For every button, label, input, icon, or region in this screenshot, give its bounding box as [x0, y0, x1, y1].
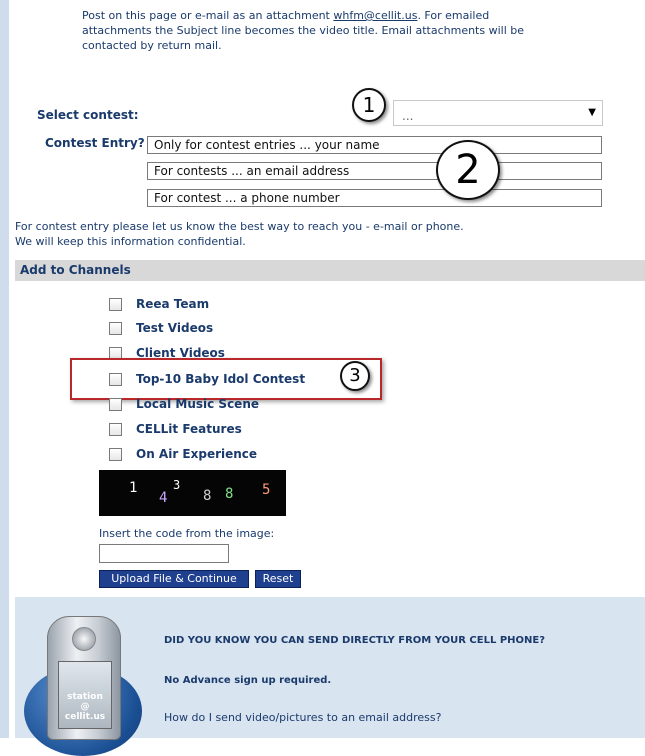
- channel-label: Top-10 Baby Idol Contest: [136, 372, 306, 386]
- channel-checkbox[interactable]: [109, 398, 122, 411]
- contact-email-field[interactable]: For contests ... an email address: [147, 162, 602, 180]
- left-border: [0, 0, 9, 738]
- captcha-char: 1: [129, 480, 138, 496]
- confidential-note: For contest entry please let us know the…: [15, 219, 575, 249]
- contest-select[interactable]: ... ▼: [393, 100, 603, 126]
- reset-button[interactable]: Reset: [255, 570, 301, 588]
- callout-3: 3: [340, 361, 370, 391]
- captcha-label: Insert the code from the image:: [99, 527, 275, 540]
- upload-continue-button[interactable]: Upload File & Continue: [99, 570, 249, 588]
- captcha-char: 8: [225, 486, 234, 502]
- channel-checkbox[interactable]: [109, 423, 122, 436]
- phone-brand-line-2: cellit.us: [64, 712, 106, 722]
- phone-brand-line-1: station @: [67, 692, 103, 712]
- captcha-input[interactable]: [99, 544, 229, 563]
- intro-text-before: Post on this page or e-mail as an attach…: [82, 9, 334, 22]
- channel-checkbox[interactable]: [109, 322, 122, 335]
- captcha-char: 3: [173, 478, 181, 492]
- note-line-1: For contest entry please let us know the…: [15, 220, 464, 233]
- phone-brand: station @ cellit.us: [62, 692, 108, 722]
- channel-checkbox[interactable]: [109, 448, 122, 461]
- channel-label: On Air Experience: [136, 447, 258, 461]
- phone-screen: station @ cellit.us: [58, 661, 112, 729]
- channel-label: Reea Team: [136, 297, 210, 311]
- chevron-down-icon: ▼: [588, 107, 596, 118]
- channel-label: CELLit Features: [136, 422, 242, 436]
- callout-1: 1: [352, 88, 386, 122]
- channel-checkbox[interactable]: [109, 298, 122, 311]
- cell-phone-image: station @ cellit.us: [47, 616, 121, 740]
- contact-phone-field[interactable]: For contest ... a phone number: [147, 189, 602, 207]
- captcha-char: 4: [159, 490, 168, 506]
- callout-2: 2: [436, 140, 500, 200]
- captcha-char: 8: [203, 488, 212, 504]
- email-link[interactable]: whfm@cellit.us: [333, 9, 417, 22]
- select-contest-label: Select contest:: [37, 108, 139, 122]
- promo-no-signup: No Advance sign up required.: [164, 675, 332, 686]
- channels-header: Add to Channels: [20, 263, 131, 277]
- captcha-image: 1 4 3 8 8 5: [99, 470, 286, 516]
- captcha-char: 5: [262, 482, 271, 498]
- contest-entry-label: Contest Entry?: [45, 136, 145, 150]
- channel-label: Local Music Scene: [136, 397, 259, 411]
- contest-select-value: ...: [402, 109, 414, 123]
- channels-header-bar: Add to Channels: [15, 260, 645, 281]
- intro-text: Post on this page or e-mail as an attach…: [82, 8, 552, 53]
- camera-lens-icon: [72, 627, 96, 651]
- promo-how-to-link[interactable]: How do I send video/pictures to an email…: [164, 711, 441, 724]
- promo-headline: DID YOU KNOW YOU CAN SEND DIRECTLY FROM …: [164, 635, 546, 646]
- contact-name-field[interactable]: Only for contest entries ... your name: [147, 136, 602, 154]
- channel-label: Test Videos: [136, 321, 214, 335]
- channel-checkbox[interactable]: [109, 373, 122, 386]
- note-line-2: We will keep this information confidenti…: [15, 235, 246, 248]
